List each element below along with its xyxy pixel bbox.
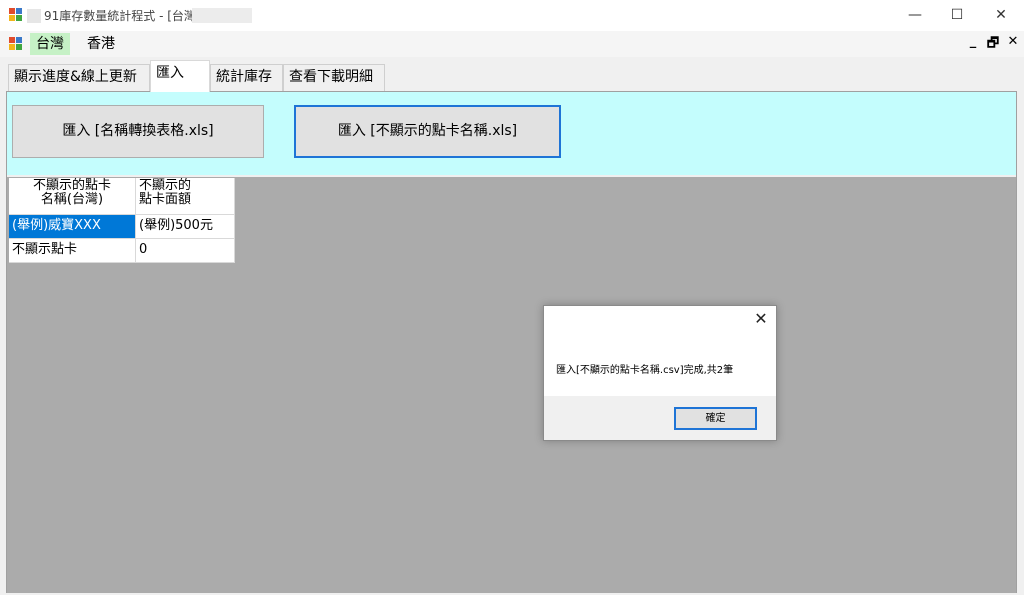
menu-item-taiwan[interactable]: 台灣 [30,33,70,55]
tab-stock-stats[interactable]: 統計庫存 [210,64,283,91]
column-header-card-value[interactable]: 不顯示的 點卡面額 [136,178,235,215]
maximize-button[interactable]: ☐ [934,0,980,31]
hidden-cards-grid: 不顯示的點卡 名稱(台灣) 不顯示的 點卡面額 (舉例)威寶XXX (舉例)500元… [9,178,235,263]
grid-cell-name[interactable]: 不顯示點卡 [9,239,136,263]
menu-bar [0,31,1024,57]
mdi-restore-button[interactable]: 🗗 [985,34,1001,56]
window-title: 91庫存數量統計程式 - [台灣 [44,9,196,23]
grid-cell-value[interactable]: 0 [136,239,235,263]
import-name-table-button[interactable]: 匯入 [名稱轉換表格.xls] [12,105,264,158]
redacted-area [192,8,252,23]
column-header-card-name[interactable]: 不顯示的點卡 名稱(台灣) [9,178,136,215]
redacted-area [27,9,41,23]
app-window-icon[interactable] [9,8,23,22]
dialog-message: 匯入[不顯示的點卡名稱.csv]完成,共2筆 [556,365,734,376]
minimize-button[interactable]: — [892,0,938,31]
header-label: 不顯示的點卡 名稱(台灣) [32,178,111,207]
dialog-close-icon[interactable]: ✕ [752,310,770,328]
mdi-child-icon[interactable] [9,37,23,51]
mdi-minimize-button[interactable]: _ [965,34,981,49]
tab-import[interactable]: 匯入 [150,60,210,92]
grid-cell-name[interactable]: (舉例)威寶XXX [9,215,136,239]
dialog-ok-button[interactable]: 確定 [674,407,757,430]
menu-item-hongkong[interactable]: 香港 [81,33,121,55]
grid-cell-value[interactable]: (舉例)500元 [136,215,235,239]
header-label: 不顯示的 點卡面額 [139,178,192,207]
mdi-close-button[interactable]: ✕ [1005,34,1021,49]
import-hidden-cards-button[interactable]: 匯入 [不顯示的點卡名稱.xls] [294,105,561,158]
tab-progress-update[interactable]: 顯示進度&線上更新 [8,64,150,91]
close-button[interactable]: ✕ [978,0,1024,31]
tab-download-details[interactable]: 查看下載明細 [283,64,385,91]
